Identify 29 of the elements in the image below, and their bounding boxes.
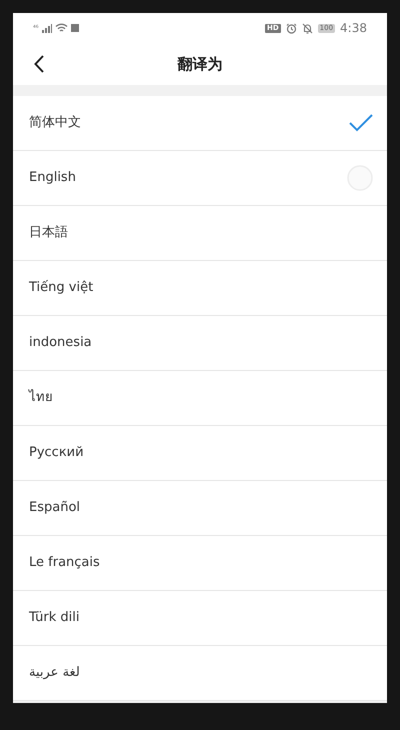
language-label: Русский xyxy=(29,444,84,462)
alarm-icon xyxy=(286,22,297,34)
signal-icon xyxy=(42,24,52,32)
language-label: Türk dili xyxy=(29,609,80,628)
language-option[interactable]: Le français xyxy=(13,536,387,591)
language-option[interactable]: 简体中文 xyxy=(13,96,387,151)
language-label: Tiếng việt xyxy=(29,279,94,298)
language-label: Le français xyxy=(29,554,100,572)
language-label: ไทย xyxy=(29,388,53,408)
clock-time: 4:38 xyxy=(340,20,367,37)
language-option[interactable]: Türk dili xyxy=(13,591,387,646)
back-icon xyxy=(34,55,44,73)
language-label: Español xyxy=(29,499,80,518)
language-option[interactable]: Русский xyxy=(13,426,387,481)
language-label: English xyxy=(29,169,76,188)
wifi-icon xyxy=(54,23,68,33)
language-option[interactable]: Español xyxy=(13,481,387,536)
language-label: 日本語 xyxy=(29,224,68,242)
language-option[interactable]: Tiếng việt xyxy=(13,261,387,316)
language-option[interactable]: 日本語 xyxy=(13,206,387,261)
square-icon xyxy=(70,24,79,32)
language-option[interactable]: ไทย xyxy=(13,371,387,426)
bell-off-icon xyxy=(302,22,313,34)
language-label: indonesia xyxy=(29,334,92,352)
language-label: لغة عربية xyxy=(29,664,80,682)
language-option[interactable]: indonesia xyxy=(13,316,387,371)
language-label: 简体中文 xyxy=(29,114,81,132)
language-option[interactable]: English xyxy=(13,151,387,206)
page-title: 翻译为 xyxy=(178,54,222,75)
